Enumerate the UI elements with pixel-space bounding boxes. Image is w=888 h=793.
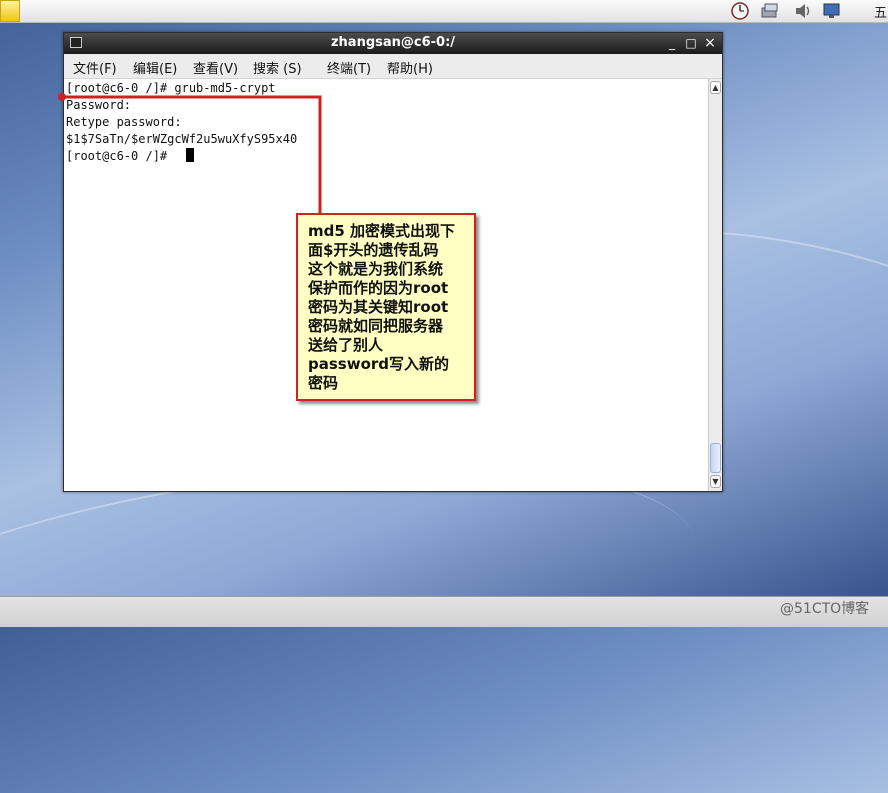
terminal-prompt-line: [root@c6-0 /]# [66, 149, 175, 163]
scroll-up-button[interactable]: ▲ [710, 81, 721, 94]
menu-edit[interactable]: 编辑(E) [133, 58, 177, 77]
window-titlebar[interactable]: zhangsan@c6-0:/ _ □ × [64, 33, 722, 54]
terminal-line: [root@c6-0 /]# grub-md5-crypt [66, 81, 276, 95]
top-panel: 五 [0, 0, 888, 23]
vertical-scrollbar[interactable]: ▲ ▼ [708, 79, 722, 491]
taskbar [0, 596, 888, 627]
display-icon[interactable] [822, 2, 842, 20]
terminal-line: Password: [66, 98, 132, 112]
watermark: @51CTO博客 [780, 601, 870, 617]
close-button[interactable]: × [702, 35, 718, 51]
annotation-callout: md5 加密模式出现下 面$开头的遗传乱码 这个就是为我们系统 保护而作的因为r… [296, 213, 476, 401]
menu-terminal[interactable]: 终端(T) [327, 58, 371, 77]
terminal-line: Retype password: [66, 115, 182, 129]
maximize-button[interactable]: □ [683, 35, 699, 51]
menu-help[interactable]: 帮助(H) [387, 58, 433, 77]
minimize-button[interactable]: _ [664, 35, 680, 51]
network-icon[interactable] [760, 2, 780, 20]
menubar: 文件(F) 编辑(E) 查看(V) 搜索 (S) 终端(T) 帮助(H) [64, 54, 722, 79]
terminal-line: $1$7SaTn/$erWZgcWf2u5wuXfyS95x40 [66, 132, 298, 146]
window-title: zhangsan@c6-0:/ [330, 35, 456, 50]
clock-icon[interactable] [730, 2, 750, 20]
sticky-note-applet-icon[interactable] [0, 0, 20, 22]
menu-view[interactable]: 查看(V) [193, 58, 238, 77]
annotation-text: md5 加密模式出现下 面$开头的遗传乱码 这个就是为我们系统 保护而作的因为r… [308, 222, 456, 392]
scroll-down-button[interactable]: ▼ [710, 475, 721, 488]
menu-search[interactable]: 搜索 (S) [253, 58, 302, 77]
scrollbar-thumb[interactable] [710, 443, 721, 473]
menu-file[interactable]: 文件(F) [73, 58, 117, 77]
volume-icon[interactable] [794, 2, 814, 20]
text-cursor [186, 148, 194, 162]
panel-clock[interactable]: 五 [874, 2, 887, 21]
